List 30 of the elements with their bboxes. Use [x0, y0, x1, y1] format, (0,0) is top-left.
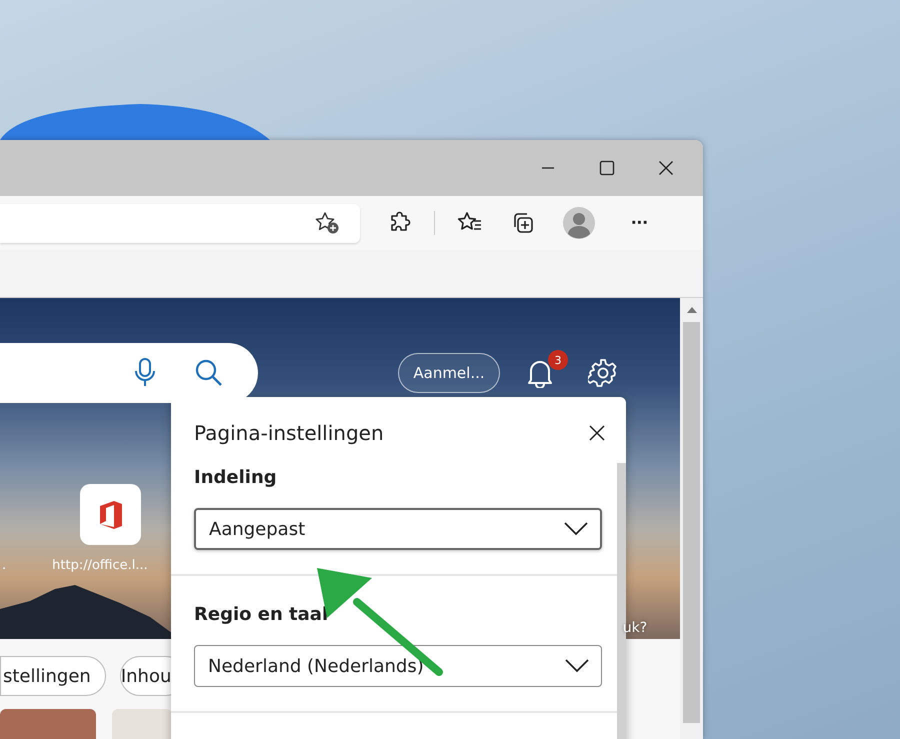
chevron-down-icon: [564, 522, 588, 536]
star-plus-icon[interactable]: [314, 211, 340, 235]
microphone-icon[interactable]: [135, 358, 155, 388]
bell-icon[interactable]: [526, 358, 554, 388]
panel-title: Pagina-instellingen: [194, 421, 384, 445]
chevron-down-icon: [565, 659, 589, 673]
search-field[interactable]: [0, 343, 258, 403]
panel-scrollbar[interactable]: [617, 463, 626, 739]
dropdown[interactable]: Aangepast: [194, 508, 602, 550]
settings-icon[interactable]: [588, 358, 618, 388]
section-heading: Indeling: [194, 467, 278, 488]
section-heading: Regio en taal: [194, 604, 330, 625]
collections-icon[interactable]: [511, 211, 535, 235]
sign-in-button[interactable]: Aanmel...: [398, 353, 500, 393]
close-icon[interactable]: [589, 425, 605, 441]
category-chip[interactable]: stellingen: [0, 656, 106, 696]
address-field[interactable]: [0, 204, 360, 242]
search-icon[interactable]: [195, 359, 223, 387]
minimize-icon: [540, 167, 556, 169]
office-shortcut-tile[interactable]: [80, 484, 141, 545]
profile-avatar[interactable]: [563, 207, 595, 239]
scrollbar-thumb[interactable]: [683, 322, 700, 723]
scroll-up-icon[interactable]: [686, 306, 696, 314]
close-icon: [658, 160, 674, 176]
more-button[interactable]: ···: [625, 212, 654, 234]
dropdown[interactable]: Nederland (Nederlands): [194, 645, 602, 687]
notification-badge: 3: [548, 350, 568, 370]
office-logo-icon: [98, 500, 124, 530]
scrollbar[interactable]: [680, 298, 703, 739]
maximize-icon: [598, 160, 614, 176]
